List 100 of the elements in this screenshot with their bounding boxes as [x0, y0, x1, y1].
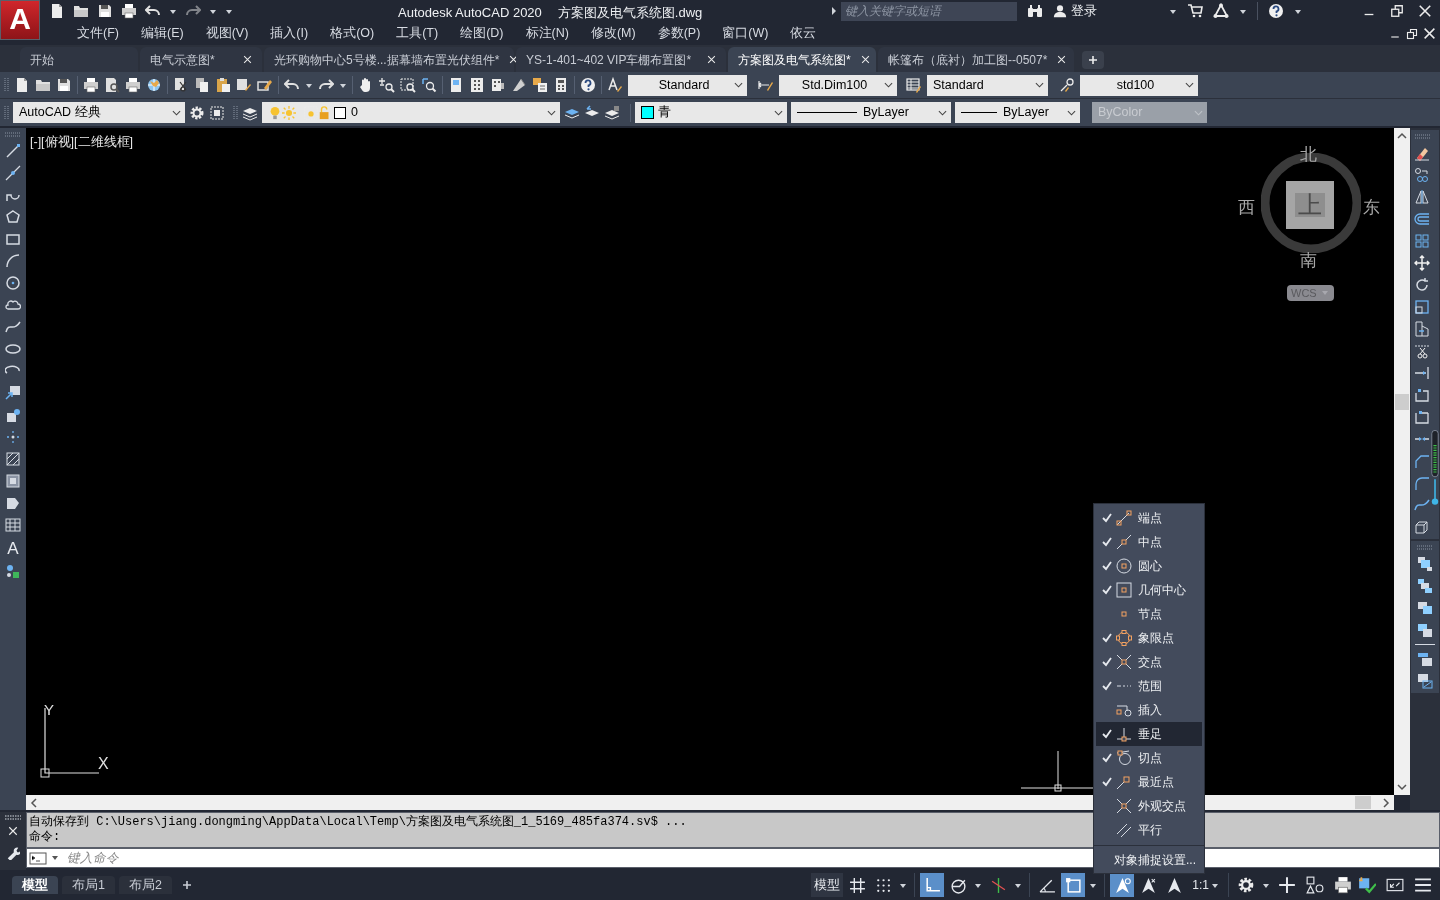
dimension-style-dropdown[interactable]: Std.Dim100 [779, 74, 897, 96]
caret-icon[interactable] [899, 881, 908, 889]
menu-item[interactable]: 视图(V) [205, 24, 249, 43]
snap-menu-item[interactable]: 节点 [1096, 602, 1202, 626]
layout-tab[interactable]: 布局2 [118, 876, 172, 894]
grip-handle-icon[interactable] [4, 815, 22, 820]
scroll-right-icon[interactable] [1382, 797, 1390, 808]
bring-to-front-icon[interactable] [1417, 556, 1433, 572]
pencil-icon[interactable] [257, 77, 273, 93]
text-tool-button[interactable]: A [4, 539, 22, 557]
cart-icon[interactable] [1187, 3, 1203, 19]
menu-item[interactable]: 插入(I) [270, 24, 309, 43]
maximize-icon[interactable] [209, 104, 225, 121]
leader-style-icon[interactable] [1059, 77, 1075, 93]
menu-item[interactable]: 参数(P) [657, 24, 701, 43]
help-icon[interactable] [1268, 3, 1284, 19]
caret-icon[interactable] [974, 881, 983, 889]
close-icon[interactable] [707, 55, 716, 64]
palette-icon[interactable] [469, 77, 485, 93]
text-style-dropdown[interactable]: Standard [628, 74, 747, 96]
compass-east[interactable]: 东 [1363, 195, 1380, 221]
caret-icon[interactable] [1014, 881, 1023, 889]
document-tab[interactable]: YS-1-401~402 VIP车棚布置图* [516, 47, 726, 72]
layers-icon[interactable] [532, 77, 548, 93]
application-menu-button[interactable]: A [0, 0, 40, 40]
help-icon[interactable] [580, 77, 596, 93]
lineweight-dropdown[interactable]: ByLayer [955, 102, 1080, 123]
snap-menu-item[interactable]: 几何中心 [1096, 578, 1202, 602]
document-tab[interactable]: 方案图及电气系统图* [728, 47, 876, 72]
region-icon[interactable] [5, 495, 21, 511]
rotate-icon[interactable] [1414, 277, 1430, 293]
zoom-window-icon[interactable] [400, 77, 416, 93]
document-icon[interactable] [14, 77, 30, 93]
folder-icon[interactable] [73, 3, 89, 19]
model-space-button[interactable]: 模型 [811, 873, 844, 897]
layer-match-icon[interactable] [604, 104, 620, 121]
command-prompt-icon[interactable] [29, 851, 47, 865]
snap-menu-item[interactable]: 平行 [1096, 818, 1202, 842]
line-tool-icon[interactable] [5, 143, 21, 159]
extend-icon[interactable] [1414, 365, 1430, 381]
document-icon[interactable] [49, 3, 65, 19]
snap-menu-item[interactable]: 端点 [1096, 506, 1202, 530]
layout-tab[interactable]: 模型 [12, 876, 58, 894]
save-icon[interactable] [97, 3, 113, 19]
snap-menu-item[interactable]: 圆心 [1096, 554, 1202, 578]
copy-objects-icon[interactable] [1414, 167, 1430, 183]
search-field[interactable]: 键入关键字或短语 [841, 1, 1017, 21]
scrollbar-thumb[interactable] [1395, 394, 1409, 410]
menu-item[interactable]: 工具(T) [396, 24, 439, 43]
sheet-set-icon[interactable] [490, 77, 506, 93]
explode-icon[interactable] [1414, 519, 1430, 535]
snap-menu-item[interactable]: 交点 [1096, 650, 1202, 674]
menu-item[interactable]: 格式(O) [330, 24, 375, 43]
hatch-icon[interactable] [5, 451, 21, 467]
restore-icon[interactable] [1406, 27, 1418, 40]
layer-dropdown[interactable]: 0 [262, 102, 560, 123]
table-style-dropdown[interactable]: Standard [927, 74, 1048, 96]
printer-icon[interactable] [83, 77, 99, 93]
caret-icon[interactable] [1294, 7, 1302, 15]
isolate-objects-icon[interactable] [1306, 876, 1324, 894]
workspace-dropdown[interactable]: AutoCAD 经典 [13, 102, 185, 123]
bring-above-icon[interactable] [1417, 600, 1433, 616]
stretch-icon[interactable] [1414, 321, 1430, 337]
clipboard-icon[interactable] [215, 77, 231, 93]
document-tab[interactable]: 开始 [20, 47, 138, 72]
hatch-to-back-icon[interactable] [1417, 673, 1433, 689]
scroll-down-icon[interactable] [1397, 783, 1407, 791]
markup-icon[interactable] [511, 77, 527, 93]
plus-icon[interactable] [181, 880, 192, 890]
document-tab[interactable]: 电气示意图* [140, 47, 262, 72]
document-tab[interactable]: 光环购物中心5号楼...据幕墙布置光伏组件* [264, 47, 514, 72]
clean-check-icon[interactable] [1358, 876, 1376, 894]
new-tab-button[interactable] [1082, 51, 1104, 69]
brush-icon[interactable] [236, 77, 252, 93]
trim-icon[interactable] [1414, 343, 1430, 359]
linetype-dropdown[interactable]: ByLayer [791, 102, 951, 123]
menu-item[interactable]: 修改(M) [590, 24, 636, 43]
snap-menu-item[interactable]: 中点 [1096, 530, 1202, 554]
annotation-scale-dropdown[interactable]: 1:1 [1188, 873, 1223, 897]
scroll-up-icon[interactable] [1397, 132, 1407, 140]
save-icon[interactable] [56, 77, 72, 93]
menu-item[interactable]: 编辑(E) [140, 24, 184, 43]
fullscreen-icon[interactable] [1386, 876, 1404, 894]
menu-item[interactable]: 文件(F) [77, 24, 119, 43]
printer-icon[interactable] [1334, 876, 1352, 894]
caret-icon[interactable] [1089, 881, 1098, 889]
fillet-icon[interactable] [1414, 475, 1430, 491]
snap-menu-item[interactable]: 切点 [1096, 746, 1202, 770]
menu-item[interactable]: 依云 [790, 24, 817, 43]
rectangle-icon[interactable] [5, 231, 21, 247]
scissors-icon[interactable] [173, 77, 189, 93]
globe-icon[interactable] [146, 77, 162, 93]
print-preview-icon[interactable] [104, 77, 120, 93]
caret-icon[interactable] [1262, 881, 1270, 889]
array-icon[interactable] [1414, 233, 1430, 249]
snap-menu-item[interactable]: 象限点 [1096, 626, 1202, 650]
circle-icon[interactable] [5, 275, 21, 291]
menu-item[interactable]: 标注(N) [525, 24, 569, 43]
send-to-back-icon[interactable] [1417, 578, 1433, 594]
snap-menu-item[interactable]: 范围 [1096, 674, 1202, 698]
